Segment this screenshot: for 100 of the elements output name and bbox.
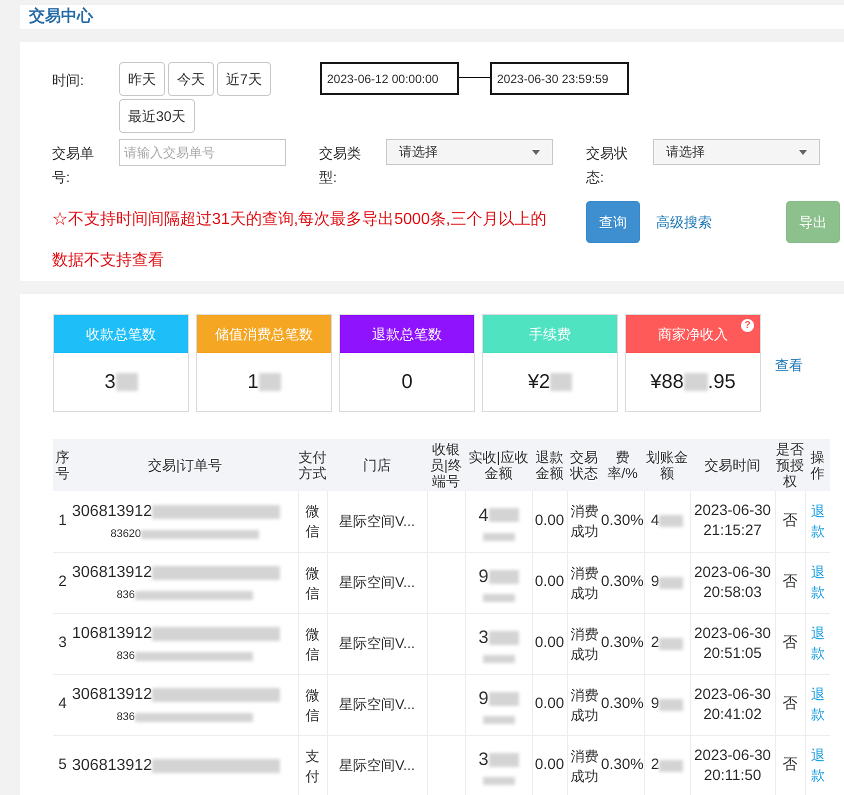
table-cell: 0.30% bbox=[601, 552, 644, 613]
transfer-value: 4 bbox=[650, 511, 660, 531]
redacted-block bbox=[258, 373, 281, 391]
column-header: 划账金额 bbox=[644, 439, 690, 491]
stat-title: 退款总笔数 bbox=[372, 324, 442, 344]
redacted-block bbox=[488, 630, 518, 644]
column-header: 是否预授权 bbox=[775, 439, 806, 491]
table-cell: 0.00 bbox=[532, 491, 567, 552]
redacted-block bbox=[659, 576, 684, 588]
transfer-value: 2 bbox=[650, 633, 660, 654]
redacted-block bbox=[488, 692, 518, 706]
refund-link[interactable]: 退款 bbox=[810, 623, 826, 663]
table-cell: 微信 bbox=[298, 491, 327, 552]
stat-title: 手续费 bbox=[529, 324, 571, 344]
table-cell: 消费成功 bbox=[567, 552, 601, 613]
redacted-block bbox=[482, 777, 514, 785]
time-text: 20:58:03 bbox=[702, 582, 763, 602]
amount-value: 4 bbox=[478, 504, 488, 527]
caret-icon bbox=[799, 150, 807, 154]
start-date-field[interactable]: 2023-06-12 00:00:00 bbox=[320, 62, 459, 95]
transfer-value: 9 bbox=[650, 694, 660, 714]
stat-value-suffix: .95 bbox=[708, 370, 736, 395]
page-title: 交易中心 bbox=[29, 6, 93, 27]
range-button[interactable]: 最近30天 bbox=[119, 99, 195, 133]
refund-link[interactable]: 退款 bbox=[810, 500, 826, 541]
table-cell: 消费成功 bbox=[567, 491, 601, 552]
status-label: 交易状态: bbox=[586, 144, 628, 187]
redacted-block bbox=[488, 570, 518, 584]
table-cell: 星际空间V... bbox=[327, 552, 427, 613]
sub-order-number: 836 bbox=[116, 588, 135, 604]
refund-link[interactable]: 退款 bbox=[810, 562, 826, 602]
transfer-value: 2 bbox=[650, 755, 660, 776]
column-header: 收银员|终端号 bbox=[427, 439, 465, 491]
range-button[interactable]: 今天 bbox=[168, 62, 214, 96]
table-cell: 3 bbox=[53, 613, 72, 674]
status-select[interactable]: 请选择 bbox=[653, 139, 820, 165]
advanced-search-link[interactable]: 高级搜索 bbox=[656, 212, 712, 233]
sub-order-number: 836 bbox=[116, 649, 135, 664]
column-header: 门店 bbox=[327, 439, 427, 491]
time-text: 20:51:05 bbox=[702, 644, 763, 664]
caret-icon bbox=[532, 150, 540, 154]
type-label: 交易类型: bbox=[319, 144, 361, 187]
sub-order-number: 83620 bbox=[110, 527, 142, 542]
order-number: 306813912 bbox=[72, 685, 152, 706]
range-button[interactable]: 昨天 bbox=[119, 62, 165, 96]
table-cell: 支付 bbox=[298, 735, 327, 795]
transfer-value: 9 bbox=[650, 572, 660, 592]
table-cell: 消费成功 bbox=[567, 735, 601, 795]
query-button[interactable]: 查询 bbox=[586, 201, 640, 243]
table-cell: 2 bbox=[53, 552, 72, 613]
column-header: 实收|应收金额 bbox=[465, 439, 532, 491]
table-cell: 否 bbox=[775, 674, 806, 735]
stat-value: 0 bbox=[401, 370, 413, 395]
column-header: 操作 bbox=[805, 439, 830, 491]
table-cell: 否 bbox=[775, 613, 806, 674]
range-button[interactable]: 近7天 bbox=[217, 62, 271, 96]
type-select[interactable]: 请选择 bbox=[386, 139, 553, 165]
notice-text: ☆不支持时间间隔超过31天的查询,每次最多导出5000条,三个月以上的数据不支持查看 bbox=[52, 210, 548, 271]
refund-link[interactable]: 退款 bbox=[810, 745, 826, 785]
table-cell: 0.00 bbox=[532, 613, 567, 674]
column-header: 交易|订单号 bbox=[72, 439, 298, 491]
redacted-block bbox=[482, 655, 514, 663]
time-text: 20:11:50 bbox=[702, 766, 762, 786]
redacted-block bbox=[659, 515, 684, 528]
order-input-field[interactable]: 请输入交易单号 bbox=[119, 139, 286, 166]
redacted-block bbox=[482, 532, 514, 541]
table-cell: 微信 bbox=[298, 552, 327, 613]
table-cell: 否 bbox=[775, 491, 806, 552]
table-cell: 0.00 bbox=[532, 735, 567, 795]
order-number: 306813912 bbox=[72, 756, 152, 776]
view-link[interactable]: 查看 bbox=[775, 355, 803, 376]
redacted-block bbox=[659, 760, 684, 772]
column-header: 序号 bbox=[53, 439, 72, 491]
table-cell: 5 bbox=[53, 735, 72, 795]
date-text: 2023-06-30 bbox=[693, 746, 772, 766]
time-text: 21:15:27 bbox=[702, 521, 763, 542]
table-cell: 星际空间V... bbox=[327, 613, 427, 674]
refund-link[interactable]: 退款 bbox=[810, 684, 826, 724]
table-cell: 微信 bbox=[298, 674, 327, 735]
end-date-field[interactable]: 2023-06-30 23:59:59 bbox=[490, 62, 629, 95]
column-header: 交易状态 bbox=[567, 439, 601, 491]
stat-value: ¥2 bbox=[528, 370, 550, 395]
table-cell: 星际空间V... bbox=[327, 735, 427, 795]
table-cell: 0.30% bbox=[601, 735, 644, 795]
column-header: 交易时间 bbox=[690, 439, 776, 491]
stat-value: 1 bbox=[247, 370, 259, 395]
date-text: 2023-06-30 bbox=[693, 562, 772, 582]
stat-title: 储值消费总笔数 bbox=[215, 324, 313, 344]
table-cell: 消费成功 bbox=[567, 613, 601, 674]
redacted-block bbox=[550, 373, 572, 391]
star-icon: ☆ bbox=[52, 211, 68, 228]
amount-value: 3 bbox=[478, 626, 488, 649]
order-number: 106813912 bbox=[72, 624, 152, 644]
column-header: 退款金额 bbox=[532, 439, 567, 491]
table-cell: 星际空间V... bbox=[327, 491, 427, 552]
table-cell: 0.30% bbox=[601, 491, 644, 552]
order-number: 306813912 bbox=[72, 502, 152, 522]
table-cell: 1 bbox=[53, 491, 72, 552]
redacted-block bbox=[659, 638, 684, 650]
stat-value: 3 bbox=[104, 370, 116, 395]
